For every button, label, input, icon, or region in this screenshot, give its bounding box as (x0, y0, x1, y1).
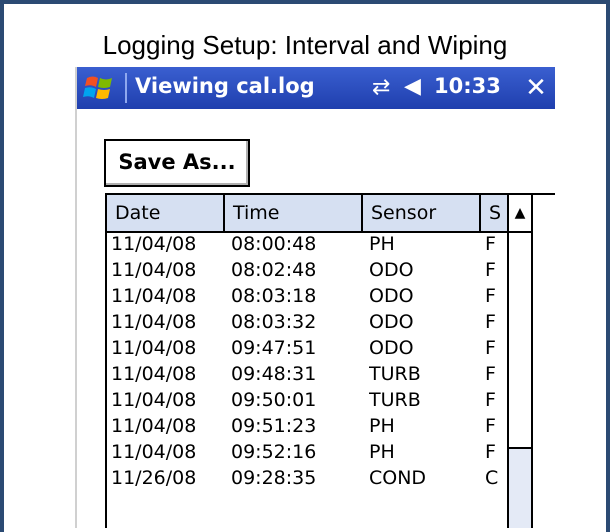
cell-status: C (485, 467, 499, 489)
cell-status: F (485, 337, 496, 359)
device-screen: Viewing cal.log ⇄ ◀ 10:33 ✕ Save As... D… (75, 67, 555, 528)
table-row[interactable]: 11/04/08 09:48:31 TURB F (107, 363, 507, 389)
vertical-scrollbar[interactable]: ▲ (507, 195, 533, 528)
table-row[interactable]: 11/04/08 09:51:23 PH F (107, 415, 507, 441)
cell-status: F (485, 441, 496, 463)
title-separator (125, 73, 127, 103)
table-row[interactable]: 11/04/08 09:47:51 ODO F (107, 337, 507, 363)
cell-date: 11/04/08 (111, 311, 197, 333)
cell-date: 11/04/08 (111, 233, 197, 255)
table-row[interactable]: 11/04/08 08:02:48 ODO F (107, 259, 507, 285)
table-header: Date Time Sensor S (107, 195, 507, 233)
cell-time: 09:50:01 (231, 389, 317, 411)
cell-status: F (485, 311, 496, 333)
cell-time: 09:47:51 (231, 337, 317, 359)
cell-time: 09:48:31 (231, 363, 317, 385)
cell-time: 09:51:23 (231, 415, 317, 437)
column-header-sensor[interactable]: Sensor (363, 195, 481, 231)
cell-status: F (485, 389, 496, 411)
cell-sensor: ODO (369, 259, 414, 281)
cell-status: F (485, 285, 496, 307)
cell-sensor: PH (369, 415, 395, 437)
cell-time: 08:00:48 (231, 233, 317, 255)
cell-time: 09:52:16 (231, 441, 317, 463)
cell-status: F (485, 259, 496, 281)
table-row[interactable]: 11/04/08 09:52:16 PH F (107, 441, 507, 467)
table-row[interactable]: 11/04/08 08:00:48 PH F (107, 233, 507, 259)
save-as-button[interactable]: Save As... (104, 139, 250, 187)
cell-date: 11/04/08 (111, 285, 197, 307)
cell-status: F (485, 415, 496, 437)
cell-time: 08:02:48 (231, 259, 317, 281)
table-row[interactable]: 11/26/08 09:28:35 COND C (107, 467, 507, 493)
cell-sensor: ODO (369, 337, 414, 359)
cell-sensor: PH (369, 441, 395, 463)
cell-time: 09:28:35 (231, 467, 317, 489)
table-row[interactable]: 11/04/08 09:50:01 TURB F (107, 389, 507, 415)
close-button[interactable]: ✕ (517, 67, 555, 109)
column-header-time[interactable]: Time (225, 195, 363, 231)
table-row[interactable]: 11/04/08 08:03:18 ODO F (107, 285, 507, 311)
column-header-status[interactable]: S (481, 195, 507, 231)
cell-date: 11/26/08 (111, 467, 197, 489)
cell-date: 11/04/08 (111, 337, 197, 359)
cell-date: 11/04/08 (111, 389, 197, 411)
speaker-icon[interactable]: ◀ (404, 74, 421, 99)
cell-time: 08:03:32 (231, 311, 317, 333)
title-bar: Viewing cal.log ⇄ ◀ 10:33 ✕ (77, 67, 555, 109)
cell-status: F (485, 233, 496, 255)
clock[interactable]: 10:33 (434, 74, 501, 98)
windows-start-icon[interactable] (83, 73, 115, 103)
table-row[interactable]: 11/04/08 08:03:32 ODO F (107, 311, 507, 337)
scroll-up-arrow-icon[interactable]: ▲ (509, 195, 531, 233)
cell-sensor: TURB (369, 389, 421, 411)
cell-sensor: ODO (369, 311, 414, 333)
cell-date: 11/04/08 (111, 363, 197, 385)
network-icon[interactable]: ⇄ (372, 75, 390, 100)
scrollbar-thumb[interactable] (509, 233, 531, 449)
cell-status: F (485, 363, 496, 385)
cell-date: 11/04/08 (111, 415, 197, 437)
cell-time: 08:03:18 (231, 285, 317, 307)
column-header-date[interactable]: Date (107, 195, 225, 231)
log-table: Date Time Sensor S 11/04/08 08:00:48 PH F 11… (105, 193, 555, 528)
cell-sensor: TURB (369, 363, 421, 385)
figure-caption: Logging Setup: Interval and Wiping (102, 30, 508, 60)
cell-date: 11/04/08 (111, 441, 197, 463)
cell-sensor: ODO (369, 285, 414, 307)
cell-sensor: PH (369, 233, 395, 255)
cell-date: 11/04/08 (111, 259, 197, 281)
cell-sensor: COND (369, 467, 427, 489)
window-title: Viewing cal.log (135, 74, 315, 98)
